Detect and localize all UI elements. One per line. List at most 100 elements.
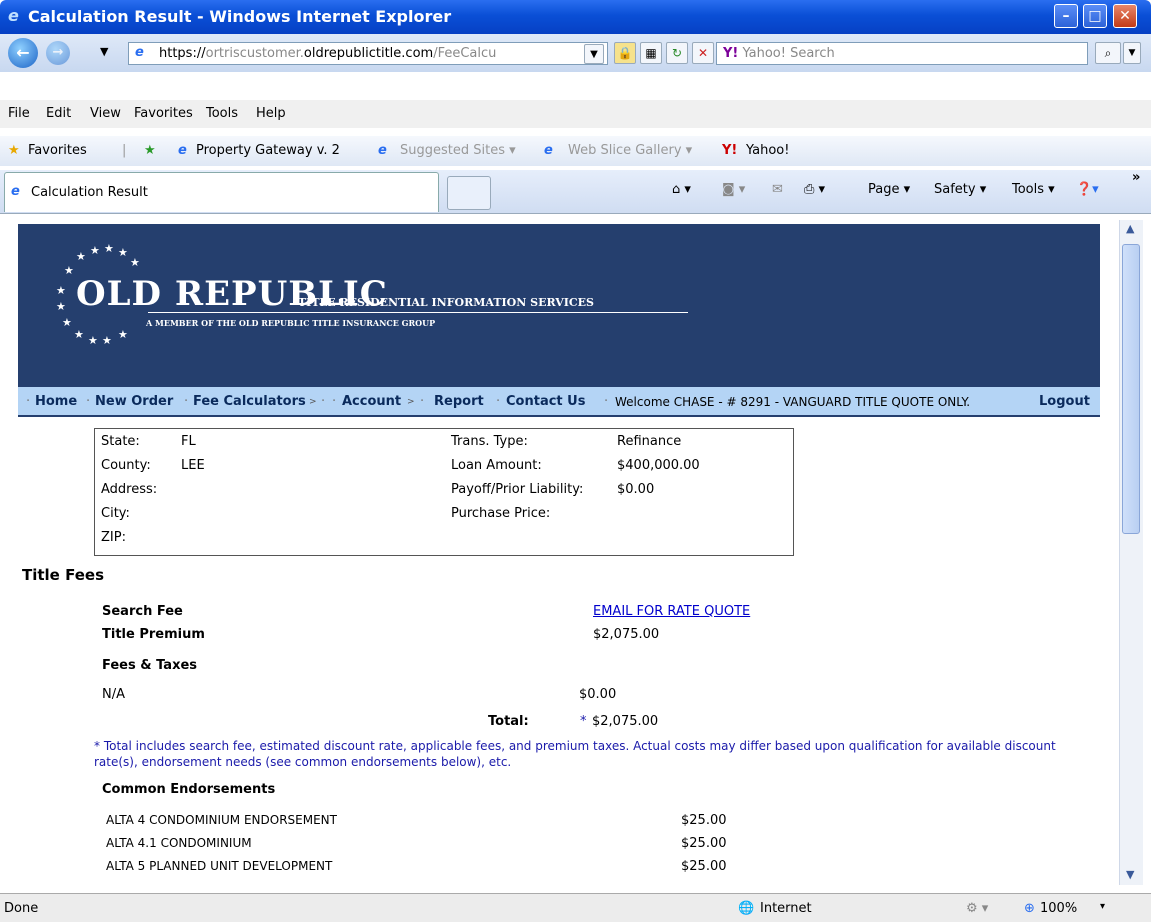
zoom-level[interactable]: 100% <box>1040 901 1077 916</box>
search-options-icon[interactable]: ▼ <box>1123 42 1141 64</box>
menu-file[interactable]: File <box>8 106 30 121</box>
read-mail-icon[interactable]: ✉ <box>772 182 783 197</box>
nav-separator: · <box>604 394 609 409</box>
favorites-button[interactable]: Favorites <box>28 143 87 158</box>
zoom-dropdown-icon[interactable]: ▾ <box>1100 901 1105 912</box>
county-label: County: <box>101 458 151 473</box>
menu-edit[interactable]: Edit <box>46 106 71 121</box>
state-label: State: <box>101 434 140 449</box>
logo-subtitle: TITLE RESIDENTIAL INFORMATION SERVICES <box>298 296 594 309</box>
command-bar: ⌂ ▾ ◙ ▾ ✉ ⎙ ▾ Page ▾ Safety ▾ Tools ▾ ❓▾… <box>0 170 1151 214</box>
favorites-star-icon: ★ <box>8 143 20 158</box>
title-premium-value: $2,075.00 <box>593 627 660 642</box>
feeds-icon[interactable]: ◙ ▾ <box>722 182 745 197</box>
endorsement-value: $25.00 <box>681 859 727 874</box>
welcome-text: Welcome CHASE - # 8291 - VANGUARD TITLE … <box>615 395 971 409</box>
stop-icon[interactable]: ✕ <box>692 42 714 64</box>
nav-logout[interactable]: Logout <box>1039 394 1090 409</box>
logo-rule <box>148 312 688 313</box>
chevron-more-icon[interactable]: » <box>1132 170 1140 185</box>
page-menu[interactable]: Page ▾ <box>868 182 910 197</box>
protected-mode-icon[interactable]: ⚙ ▾ <box>966 901 988 916</box>
refresh-icon[interactable]: ↻ <box>666 42 688 64</box>
nav-account[interactable]: Account <box>342 394 401 409</box>
property-info-box: State: FL County: LEE Address: City: ZIP… <box>94 428 794 556</box>
window-title: Calculation Result - Windows Internet Ex… <box>28 7 452 26</box>
add-favorite-icon[interactable]: ★ <box>144 143 156 158</box>
menu-view[interactable]: View <box>90 106 121 121</box>
trans-type-value: Refinance <box>617 434 682 449</box>
menu-help[interactable]: Help <box>256 106 286 121</box>
compatibility-icon[interactable]: ▦ <box>640 42 662 64</box>
nav-home[interactable]: Home <box>35 394 77 409</box>
county-value: LEE <box>181 458 205 473</box>
star-icon: ★ <box>130 256 140 269</box>
url-dropdown-icon[interactable]: ▼ <box>584 44 604 64</box>
fav-property-gateway[interactable]: Property Gateway v. 2 <box>196 143 340 158</box>
minimize-button[interactable]: – <box>1054 4 1078 28</box>
total-footnote: * Total includes search fee, estimated d… <box>94 739 1056 769</box>
print-icon[interactable]: ⎙ ▾ <box>804 182 825 197</box>
lock-icon[interactable]: 🔒 <box>614 42 636 64</box>
fav-web-slice-gallery[interactable]: Web Slice Gallery ▾ <box>568 143 692 158</box>
star-icon: ★ <box>64 264 74 277</box>
zoom-icon: ⊕ <box>1024 901 1035 916</box>
fav-yahoo[interactable]: Yahoo! <box>746 143 789 158</box>
page-icon: e <box>135 45 144 60</box>
maximize-button[interactable]: □ <box>1083 4 1107 28</box>
home-icon[interactable]: ⌂ ▾ <box>672 182 691 197</box>
state-value: FL <box>181 434 196 449</box>
payoff-value: $0.00 <box>617 482 655 497</box>
nav-separator: · <box>420 394 425 409</box>
security-zone: Internet <box>760 901 812 916</box>
back-button[interactable]: ← <box>8 38 38 68</box>
url-subdomain: ortriscustomer. <box>205 46 304 61</box>
endorsement-name: ALTA 4.1 CONDOMINIUM <box>106 836 252 850</box>
site-banner: ★ ★ ★ ★ ★ ★ ★ ★ ★ ★ ★ ★ ★ OLD REPUBLIC T… <box>18 224 1100 387</box>
zip-label: ZIP: <box>101 530 126 545</box>
tab-bar: e Calculation Result ⌂ ▾ ◙ ▾ ✉ ⎙ ▾ Page … <box>0 170 1151 214</box>
search-icon[interactable]: ⌕ <box>1095 42 1121 64</box>
total-value: $2,075.00 <box>592 714 659 729</box>
scroll-down-icon[interactable]: ▼ <box>1126 868 1134 881</box>
email-rate-quote-link[interactable]: EMAIL FOR RATE QUOTE <box>593 604 750 619</box>
search-placeholder: Yahoo! Search <box>742 46 835 61</box>
yahoo-icon: Y! <box>723 46 739 61</box>
forward-button[interactable]: → <box>46 41 70 65</box>
star-icon: ★ <box>102 334 112 347</box>
nav-fee-calculators[interactable]: Fee Calculators <box>193 394 306 409</box>
fav-suggested-sites[interactable]: Suggested Sites ▾ <box>400 143 516 158</box>
star-icon: ★ <box>118 246 128 259</box>
chevron-right-icon: > <box>407 397 415 407</box>
nav-contact-us[interactable]: Contact Us <box>506 394 585 409</box>
purchase-price-label: Purchase Price: <box>451 506 551 521</box>
menu-tools[interactable]: Tools <box>206 106 238 121</box>
safety-menu[interactable]: Safety ▾ <box>934 182 986 197</box>
tools-menu[interactable]: Tools ▾ <box>1012 182 1055 197</box>
nav-separator: · <box>26 394 31 409</box>
search-input[interactable]: Y! Yahoo! Search <box>716 42 1088 65</box>
star-icon: ★ <box>74 328 84 341</box>
endorsement-name: ALTA 4 CONDOMINIUM ENDORSEMENT <box>106 813 337 827</box>
history-dropdown-icon[interactable]: ▼ <box>100 45 108 58</box>
search-fee-label: Search Fee <box>102 604 183 619</box>
nav-new-order[interactable]: New Order <box>95 394 173 409</box>
scroll-up-icon[interactable]: ▲ <box>1126 222 1134 235</box>
endorsement-value: $25.00 <box>681 836 727 851</box>
address-toolbar: ← → ▼ e https://ortriscustomer.oldrepubl… <box>0 34 1151 72</box>
star-icon: ★ <box>104 242 114 255</box>
close-button[interactable]: ✕ <box>1113 4 1137 28</box>
star-icon: ★ <box>62 316 72 329</box>
yahoo-icon: Y! <box>722 143 738 158</box>
fees-taxes-label: Fees & Taxes <box>102 658 198 673</box>
page-viewport: ★ ★ ★ ★ ★ ★ ★ ★ ★ ★ ★ ★ ★ OLD REPUBLIC T… <box>8 220 1119 885</box>
nav-separator: · <box>496 394 501 409</box>
nav-separator: · <box>332 394 337 409</box>
help-icon[interactable]: ❓▾ <box>1076 182 1099 197</box>
star-icon: ★ <box>56 284 66 297</box>
nav-report[interactable]: Report <box>434 394 484 409</box>
na-value: $0.00 <box>579 687 617 702</box>
menu-favorites[interactable]: Favorites <box>134 106 193 121</box>
address-input[interactable]: e https://ortriscustomer.oldrepublictitl… <box>128 42 608 65</box>
scrollbar-thumb[interactable] <box>1122 244 1140 534</box>
